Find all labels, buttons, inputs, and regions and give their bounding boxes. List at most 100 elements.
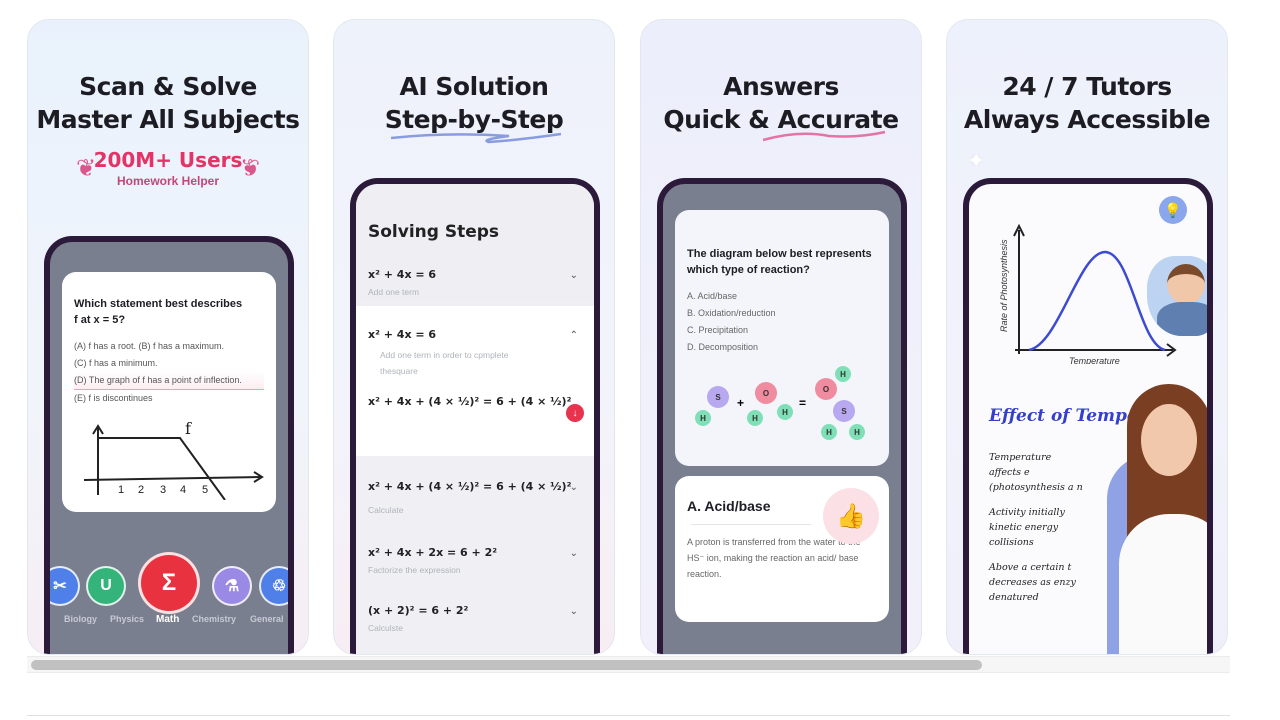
scribble-underline — [762, 130, 886, 142]
phone-mockup: Rate of Photosynthesis Temperature 💡 Eff… — [963, 178, 1213, 654]
step-equation: x² + 4x = 6 — [368, 268, 437, 281]
question-title-line: Which statement best describes — [74, 298, 243, 310]
graph-xlabel: Temperature — [1069, 356, 1120, 364]
function-graph: f 1 2 3 4 5 — [83, 420, 264, 500]
atom-h: H — [835, 366, 851, 382]
notes-list: Temperature affects e (photosynthesis a … — [989, 450, 1085, 605]
step-row-expanded[interactable]: x² + 4x = 6 Add one term in order to cpm… — [356, 306, 594, 456]
subject-label-biology: Biology — [64, 614, 97, 624]
question-title-line: which type of reaction? — [687, 264, 810, 276]
subject-label-physics: Physics — [110, 614, 145, 624]
chevron-down-icon[interactable]: ⌄ — [570, 606, 578, 617]
question-card: Which statement best describes f at x = … — [62, 272, 276, 512]
headline-line-1: AI Solution — [399, 72, 549, 101]
question-title: Which statement best describes f at x = … — [74, 296, 264, 328]
subject-chemistry-button[interactable]: ⚗ — [212, 566, 252, 606]
headline-line-1: Answers — [723, 72, 839, 101]
steps-title: Solving Steps — [368, 222, 500, 242]
chevron-down-icon[interactable]: ⌄ — [570, 482, 578, 493]
headline-line-1: 24 / 7 Tutors — [1002, 72, 1172, 101]
subject-biology-button[interactable]: ✂ — [50, 566, 80, 606]
note-item: Activity initially kinetic energy collis… — [989, 507, 1065, 548]
step-note: Add one term — [368, 287, 420, 297]
atom-h: H — [695, 410, 711, 426]
atom-h: H — [849, 424, 865, 440]
step-row[interactable]: x² + 4x + 2x = 6 + 2² Factorize the expr… — [356, 546, 594, 575]
horizontal-scrollbar[interactable] — [27, 656, 1230, 673]
card-headline: Answers Quick & Accurate — [641, 70, 921, 136]
headline-line-2: Master All Subjects — [36, 105, 300, 134]
phone-mockup: The diagram below best represents which … — [657, 178, 907, 654]
subject-label-chemistry: Chemistry — [192, 614, 237, 624]
step-row[interactable]: x² + 4x + (4 × ½)² = 6 + (4 × ½)² Calcul… — [356, 480, 594, 515]
phone-mockup: Which statement best describes f at x = … — [44, 236, 294, 654]
tick-label: 4 — [180, 484, 186, 496]
answer-card: A. Acid/base A proton is transferred fro… — [675, 476, 889, 622]
screenshot-card-answers[interactable]: Answers Quick & Accurate The diagram bel… — [640, 19, 922, 655]
note-item: Above a certain t decreases as enzy dena… — [989, 562, 1076, 603]
users-badge: 200M+ Users Homework Helper — [28, 148, 308, 188]
atom-s: S — [707, 386, 729, 408]
screenshot-card-tutors[interactable]: 24 / 7 Tutors Always Accessible ✦ Rate o… — [946, 19, 1228, 655]
divider — [27, 715, 1230, 716]
atom-h: H — [777, 404, 793, 420]
subject-math-button[interactable]: Σ — [138, 552, 200, 614]
chevron-down-icon[interactable]: ⌄ — [570, 270, 578, 281]
subject-general-button[interactable]: ♲ — [259, 566, 288, 606]
tutor-photo — [1089, 374, 1207, 654]
badge-subtitle: Homework Helper — [116, 174, 220, 188]
step-equation: x² + 4x + (4 × ½)² = 6 + (4 × ½)² — [368, 480, 572, 493]
sigma-icon: Σ — [161, 569, 177, 596]
cluster-icon: ♲ — [271, 578, 287, 595]
headline-line-1: Scan & Solve — [79, 72, 257, 101]
tutor-avatar-small — [1147, 256, 1207, 336]
option-c: C. Precipitation — [687, 325, 749, 335]
subject-physics-button[interactable]: U — [86, 566, 126, 606]
step-row[interactable]: (x + 2)² = 6 + 2² Calculste ⌄ — [356, 604, 594, 633]
question-title: The diagram below best represents which … — [687, 246, 877, 278]
option-a: A. Acid/base — [687, 291, 738, 301]
screenshot-card-ai-solution[interactable]: AI Solution Step-by-Step Solving Steps x… — [333, 19, 615, 655]
question-title-line: The diagram below best represents — [687, 248, 872, 260]
badge-title: 200M+ Users — [93, 148, 243, 172]
chevron-up-icon[interactable]: ⌃ — [570, 330, 578, 341]
plus-sign: + — [737, 396, 745, 410]
atom-o: O — [755, 382, 777, 404]
scrollbar-thumb[interactable] — [31, 660, 982, 670]
subject-label-math: Math — [156, 614, 180, 625]
atom-s: S — [833, 400, 855, 422]
chevron-down-icon[interactable]: ⌄ — [570, 548, 578, 559]
headline-line-2: Always Accessible — [963, 105, 1211, 134]
step-note: Calculate — [368, 505, 404, 515]
option-d-highlighted: (D) The graph of f has a point of inflec… — [74, 372, 264, 390]
graph-label-f: f — [185, 420, 192, 438]
phone-mockup: Solving Steps x² + 4x = 6 Add one term ⌄… — [350, 178, 600, 654]
card-headline: 24 / 7 Tutors Always Accessible — [947, 70, 1227, 136]
subject-label-general: General — [250, 614, 284, 624]
lightbulb-icon: 💡 — [1159, 196, 1187, 224]
atom-o: O — [815, 378, 837, 400]
option-e: (E) f is discontinues — [74, 393, 153, 403]
step-equation: x² + 4x + 2x = 6 + 2² — [368, 546, 498, 559]
option-d: D. Decomposition — [687, 342, 759, 352]
step-row[interactable]: x² + 4x = 6 Add one term ⌄ — [356, 268, 594, 297]
step-result: x² + 4x + (4 × ½)² = 6 + (4 × ½)² — [368, 395, 572, 408]
dna-icon: ✂ — [53, 578, 67, 595]
question-card: The diagram below best represents which … — [675, 210, 889, 466]
card-headline: Scan & Solve Master All Subjects — [28, 70, 308, 136]
flask-icon: ⚗ — [224, 578, 240, 595]
step-equation: x² + 4x = 6 — [368, 328, 437, 341]
tick-label: 3 — [160, 484, 166, 496]
option-c: (C) f has a minimum. — [74, 358, 158, 368]
tick-label: 2 — [138, 484, 144, 496]
arrow-down-icon[interactable]: ↓ — [566, 404, 584, 422]
option-a-b: (A) f has a root. (B) f has a maximum. — [74, 341, 225, 351]
option-b: B. Oxidation/reduction — [687, 308, 776, 318]
equals-sign: = — [799, 396, 807, 410]
section-marker — [350, 224, 355, 242]
card-headline: AI Solution Step-by-Step — [334, 70, 614, 136]
scribble-underline — [390, 132, 562, 144]
screenshot-card-scan-solve[interactable]: Scan & Solve Master All Subjects ❦ ❦ 200… — [27, 19, 309, 655]
step-note: Add one term in order to cpmplete thesqu… — [380, 350, 509, 376]
sparkle-icon: ✦ — [967, 148, 986, 173]
